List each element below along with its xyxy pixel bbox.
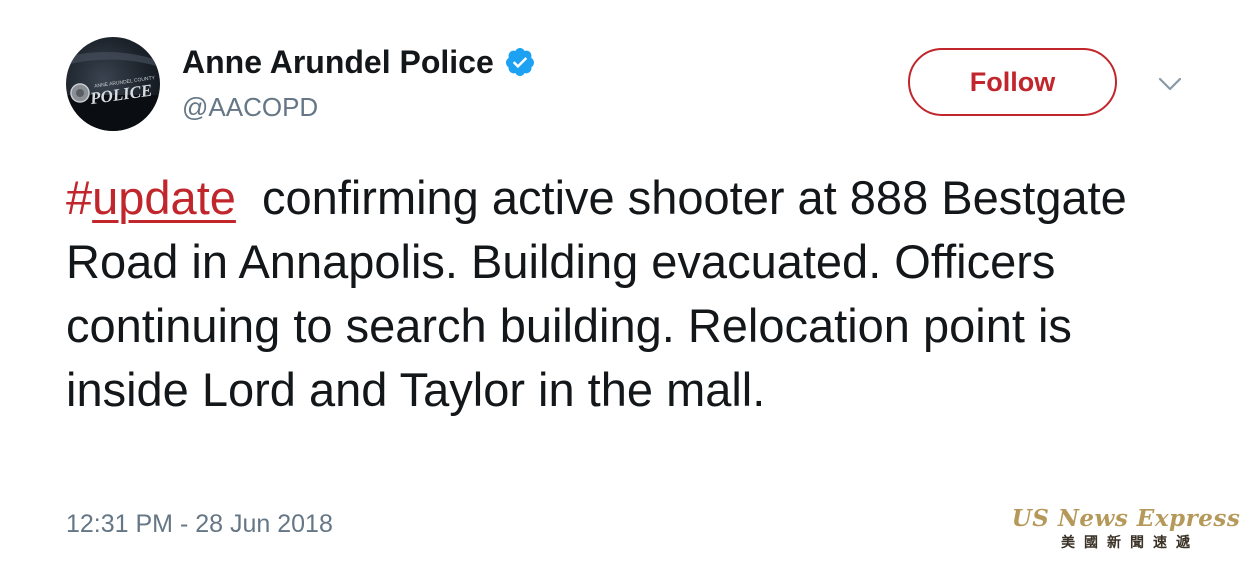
verified-badge-icon [504,46,536,78]
watermark-subtitle: 美國新聞速遞 [1061,535,1199,551]
display-name-text[interactable]: Anne Arundel Police [182,42,494,82]
hashtag-word: update [92,171,236,224]
more-options-button[interactable] [1152,70,1188,98]
watermark-title: US News Express [1011,505,1241,532]
police-car-image: ANNE ARUNDEL COUNTY POLICE [66,51,160,131]
user-handle[interactable]: @AACOPD [182,90,318,124]
display-name[interactable]: Anne Arundel Police [182,42,536,82]
follow-button[interactable]: Follow [908,48,1117,116]
avatar[interactable]: ANNE ARUNDEL COUNTY POLICE [66,37,160,131]
chevron-down-icon [1158,77,1182,91]
tweet-text: #update confirming active shooter at 888… [66,166,1186,422]
tweet-timestamp[interactable]: 12:31 PM - 28 Jun 2018 [66,508,333,540]
hashtag-symbol: # [66,171,93,224]
watermark-logo: US News Express 美國新聞速遞 [1010,505,1242,553]
hashtag-link[interactable]: #update [66,171,236,224]
